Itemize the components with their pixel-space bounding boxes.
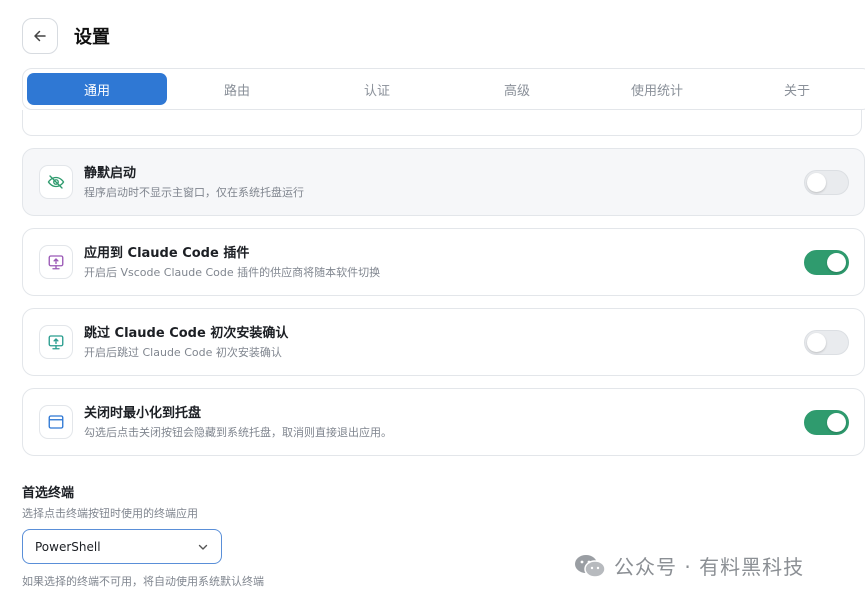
tab-advanced[interactable]: 高级 [447, 73, 587, 105]
eye-off-icon [47, 175, 65, 189]
setting-desc: 程序启动时不显示主窗口，仅在系统托盘运行 [84, 185, 304, 199]
setting-text: 关闭时最小化到托盘 勾选后点击关闭按钮会隐藏到系统托盘，取消则直接退出应用。 [84, 405, 864, 440]
watermark-text: 公众号 · 有料黑科技 [614, 555, 805, 579]
chevron-down-icon [198, 544, 208, 550]
back-button[interactable] [22, 18, 58, 54]
window-icon [48, 415, 64, 429]
previous-card-edge [22, 110, 862, 136]
setting-icon-box [39, 325, 73, 359]
watermark: 公众号 · 有料黑科技 [574, 551, 804, 580]
toggle-knob [827, 413, 846, 432]
terminal-select-value: PowerShell [35, 539, 101, 554]
skip-install-confirm-toggle[interactable] [804, 330, 849, 355]
setting-text: 跳过 Claude Code 初次安装确认 开启后跳过 Claude Code … [84, 325, 864, 360]
setting-skip-install-confirm: 跳过 Claude Code 初次安装确认 开启后跳过 Claude Code … [22, 308, 865, 376]
apply-claude-plugin-toggle[interactable] [804, 250, 849, 275]
setting-icon-box [39, 165, 73, 199]
tab-auth[interactable]: 认证 [307, 73, 447, 105]
setting-text: 静默启动 程序启动时不显示主窗口，仅在系统托盘运行 [84, 165, 864, 200]
terminal-hint: 如果选择的终端不可用，将自动使用系统默认终端 [22, 575, 264, 588]
toggle-knob [827, 253, 846, 272]
setting-desc: 勾选后点击关闭按钮会隐藏到系统托盘，取消则直接退出应用。 [84, 425, 392, 439]
setting-apply-claude-plugin: 应用到 Claude Code 插件 开启后 Vscode Claude Cod… [22, 228, 865, 296]
arrow-left-icon [34, 30, 46, 42]
terminal-section-desc: 选择点击终端按钮时使用的终端应用 [22, 507, 198, 520]
setting-title: 跳过 Claude Code 初次安装确认 [84, 325, 289, 341]
toggle-knob [807, 173, 826, 192]
minimize-to-tray-toggle[interactable] [804, 410, 849, 435]
setting-icon-box [39, 405, 73, 439]
tab-routing[interactable]: 路由 [167, 73, 307, 105]
header: 设置 [22, 18, 110, 54]
setting-desc: 开启后跳过 Claude Code 初次安装确认 [84, 345, 282, 359]
setting-title: 应用到 Claude Code 插件 [84, 245, 250, 261]
terminal-section-title: 首选终端 [22, 486, 75, 501]
monitor-upload-icon [48, 255, 64, 270]
setting-desc: 开启后 Vscode Claude Code 插件的供应商将随本软件切换 [84, 265, 381, 279]
terminal-select[interactable]: PowerShell [22, 529, 222, 564]
setting-title: 静默启动 [84, 165, 137, 181]
monitor-upload-icon [48, 335, 64, 350]
setting-minimize-to-tray: 关闭时最小化到托盘 勾选后点击关闭按钮会隐藏到系统托盘，取消则直接退出应用。 [22, 388, 865, 456]
silent-start-toggle[interactable] [804, 170, 849, 195]
setting-silent-start: 静默启动 程序启动时不显示主窗口，仅在系统托盘运行 [22, 148, 865, 216]
setting-title: 关闭时最小化到托盘 [84, 405, 202, 421]
tab-about[interactable]: 关于 [727, 73, 865, 105]
toggle-knob [807, 333, 826, 352]
tab-usage-stats[interactable]: 使用统计 [587, 73, 727, 105]
tab-bar: 通用 路由 认证 高级 使用统计 关于 [22, 68, 865, 110]
tab-general[interactable]: 通用 [27, 73, 167, 105]
setting-icon-box [39, 245, 73, 279]
page-title: 设置 [74, 27, 110, 48]
setting-text: 应用到 Claude Code 插件 开启后 Vscode Claude Cod… [84, 245, 864, 280]
wechat-icon [575, 554, 606, 578]
